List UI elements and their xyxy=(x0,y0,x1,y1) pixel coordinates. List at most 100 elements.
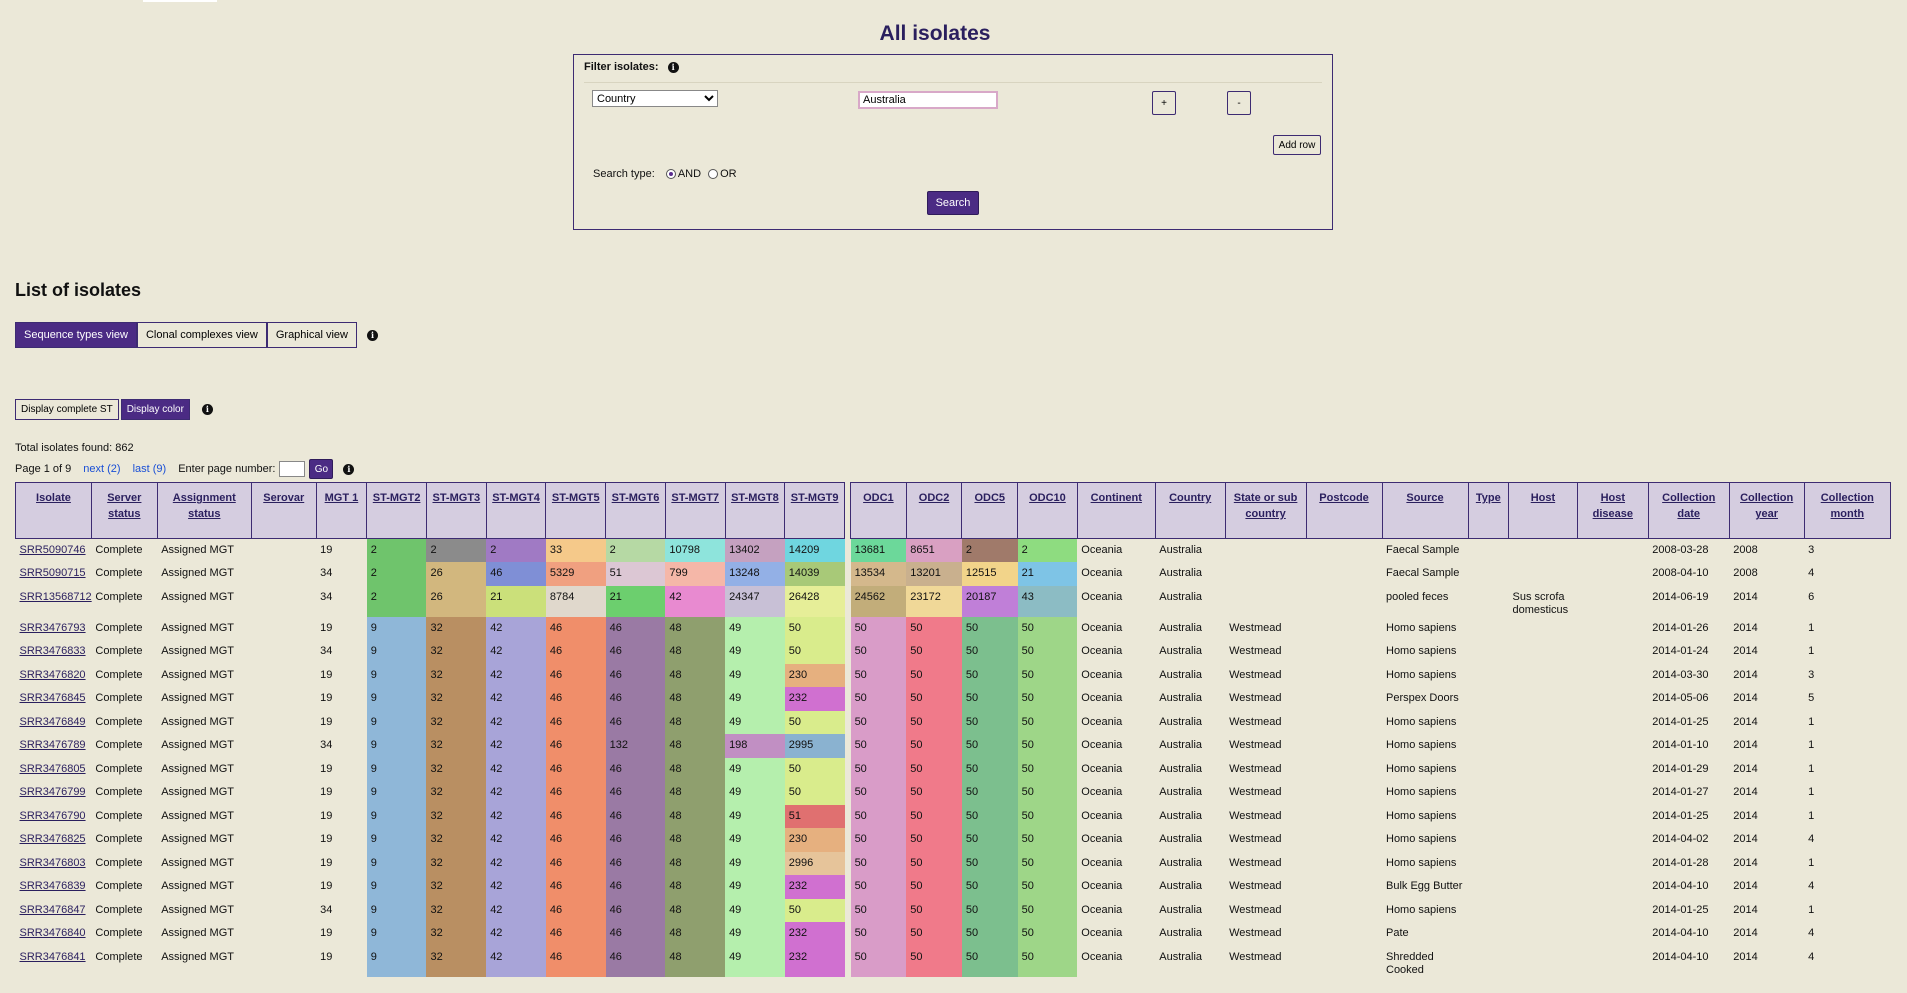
add-condition-button[interactable]: + xyxy=(1152,91,1176,115)
column-header[interactable]: Collection date xyxy=(1647,482,1730,539)
column-header[interactable]: Collection month xyxy=(1803,482,1892,539)
column-header[interactable]: Country xyxy=(1154,482,1226,539)
table-cell: 46 xyxy=(605,757,666,781)
column-header[interactable]: ST-MGT2 xyxy=(366,482,427,539)
remove-condition-button[interactable]: - xyxy=(1227,91,1251,115)
display-color-button[interactable]: Display color xyxy=(120,399,190,420)
filter-value-input[interactable] xyxy=(858,91,998,109)
column-header[interactable]: ODC5 xyxy=(961,482,1019,539)
isolate-link[interactable]: SRR5090746 xyxy=(20,544,86,556)
isolate-link[interactable]: SRR3476840 xyxy=(20,927,86,939)
isolate-link[interactable]: SRR13568712 xyxy=(20,591,92,603)
table-cell: 50 xyxy=(850,945,907,977)
column-header[interactable]: State or sub country xyxy=(1224,482,1307,539)
table-cell: 46 xyxy=(545,757,606,781)
search-button[interactable]: Search xyxy=(927,191,979,215)
table-cell: Complete xyxy=(95,668,143,681)
column-header[interactable]: MGT 1 xyxy=(315,482,368,539)
clonal-complexes-view-tab[interactable]: Clonal complexes view xyxy=(136,322,267,348)
table-cell: 50 xyxy=(1017,851,1078,875)
column-header[interactable]: ST-MGT6 xyxy=(605,482,666,539)
table-cell: 9 xyxy=(366,640,427,664)
page-number-input[interactable] xyxy=(279,461,306,477)
table-cell xyxy=(1468,539,1508,563)
table-cell xyxy=(1509,687,1578,711)
table-cell: 50 xyxy=(906,804,962,828)
table-cell: 46 xyxy=(545,663,606,687)
table-cell: 50 xyxy=(1017,804,1078,828)
column-header[interactable]: ST-MGT7 xyxy=(664,482,726,539)
info-icon[interactable]: i xyxy=(201,404,213,415)
column-header[interactable]: ST-MGT8 xyxy=(724,482,786,539)
isolate-link[interactable]: SRR3476820 xyxy=(20,669,86,681)
search-type-group: Search type: AND OR xyxy=(593,168,737,180)
table-cell: 3 xyxy=(1808,668,1815,681)
table-cell: 4 xyxy=(1808,927,1815,939)
column-header[interactable]: Postcode xyxy=(1305,482,1383,539)
table-cell xyxy=(251,640,316,664)
table-cell: 2 xyxy=(366,562,427,586)
column-header[interactable]: ODC10 xyxy=(1017,482,1078,539)
isolate-link[interactable]: SRR3476789 xyxy=(20,739,86,751)
column-header[interactable]: Continent xyxy=(1076,482,1156,539)
table-cell: Complete xyxy=(95,903,143,916)
table-cell: 42 xyxy=(486,804,546,828)
sequence-types-view-tab[interactable]: Sequence types view xyxy=(15,322,137,348)
isolate-link[interactable]: SRR3476839 xyxy=(20,880,86,892)
isolate-link[interactable]: SRR3476799 xyxy=(20,786,86,798)
table-cell: 34 xyxy=(320,903,333,916)
table-row: SRR3476789 Complete Assigned MGT 34 9 32 42 46 1… xyxy=(16,734,1891,758)
isolate-link[interactable]: SRR5090715 xyxy=(20,567,86,579)
column-header[interactable]: ST-MGT5 xyxy=(545,482,607,539)
graphical-view-tab[interactable]: Graphical view xyxy=(266,322,357,348)
and-radio[interactable] xyxy=(665,169,676,180)
next-page-link[interactable]: next (2) xyxy=(83,463,120,475)
isolate-link[interactable]: SRR3476833 xyxy=(20,645,86,657)
column-header[interactable]: Collection year xyxy=(1728,482,1805,539)
last-page-link[interactable]: last (9) xyxy=(133,463,167,475)
info-icon[interactable]: i xyxy=(343,463,355,475)
divider xyxy=(584,82,1322,83)
column-header[interactable]: Host disease xyxy=(1576,482,1649,539)
column-header[interactable]: Assignment status xyxy=(156,482,252,539)
isolate-link[interactable]: SRR3476803 xyxy=(20,857,86,869)
info-icon[interactable]: i xyxy=(667,61,679,73)
column-header[interactable]: ST-MGT9 xyxy=(784,482,845,539)
or-radio[interactable] xyxy=(708,169,719,180)
table-cell: Westmead xyxy=(1229,927,1282,939)
list-title: List of isolates xyxy=(15,280,142,300)
isolate-link[interactable]: SRR3476825 xyxy=(20,833,86,845)
isolate-link[interactable]: SRR3476841 xyxy=(20,951,86,963)
isolate-link[interactable]: SRR3476805 xyxy=(20,763,86,775)
table-cell: 50 xyxy=(1017,922,1078,946)
isolate-link[interactable]: SRR3476849 xyxy=(20,716,86,728)
column-header[interactable]: ODC2 xyxy=(905,482,963,539)
column-header[interactable]: ST-MGT4 xyxy=(485,482,547,539)
table-cell: 46 xyxy=(605,804,666,828)
column-header[interactable]: Isolate xyxy=(15,482,92,539)
table-cell: Assigned MGT xyxy=(161,950,234,963)
table-cell xyxy=(1306,664,1382,688)
table-cell xyxy=(1509,946,1578,977)
table-cell xyxy=(1468,640,1508,664)
go-button[interactable]: Go xyxy=(309,459,334,479)
column-header[interactable]: Source xyxy=(1381,482,1469,539)
column-header[interactable]: Type xyxy=(1467,482,1510,539)
column-header[interactable]: Serovar xyxy=(250,482,317,539)
table-cell: 2014 xyxy=(1733,590,1758,603)
table-cell: 46 xyxy=(605,945,666,977)
column-header[interactable]: ODC1 xyxy=(850,482,907,539)
isolate-link[interactable]: SRR3476847 xyxy=(20,904,86,916)
table-cell: 24562 xyxy=(850,585,907,617)
filter-field-select[interactable]: Country xyxy=(592,90,718,107)
display-complete-st-button[interactable]: Display complete ST xyxy=(15,399,119,420)
column-header[interactable]: Server status xyxy=(90,482,158,539)
table-cell xyxy=(1468,922,1508,946)
isolate-link[interactable]: SRR3476790 xyxy=(20,810,86,822)
column-header[interactable]: Host xyxy=(1508,482,1578,539)
isolate-link[interactable]: SRR3476793 xyxy=(20,622,86,634)
isolate-link[interactable]: SRR3476845 xyxy=(20,692,86,704)
add-row-button[interactable]: Add row xyxy=(1273,135,1321,155)
info-icon[interactable]: i xyxy=(366,329,378,341)
column-header[interactable]: ST-MGT3 xyxy=(425,482,487,539)
